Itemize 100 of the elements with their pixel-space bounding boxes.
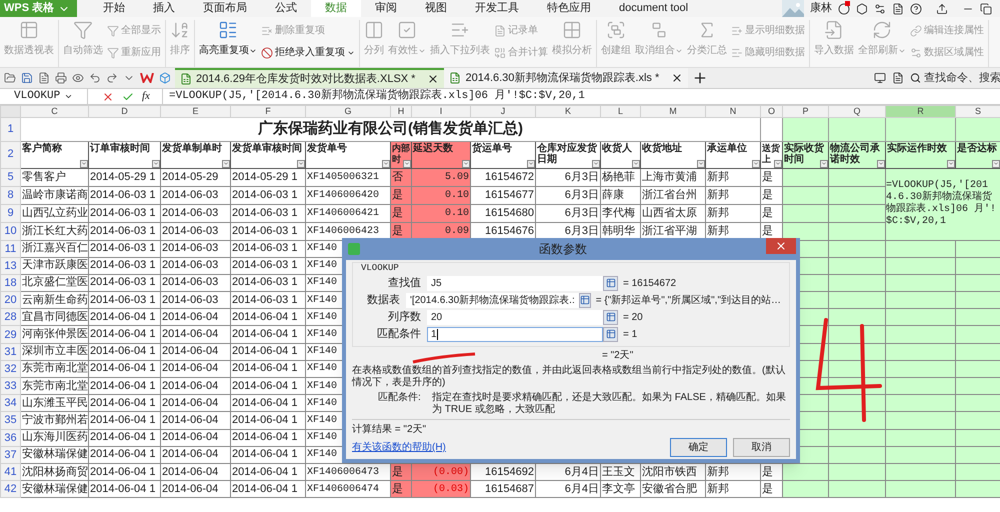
app-menu-button[interactable]: WPS 表格 bbox=[0, 0, 77, 17]
menu-tab[interactable]: 插入 bbox=[139, 0, 189, 17]
cancel-icon[interactable] bbox=[102, 90, 114, 102]
filter-dropdown[interactable] bbox=[877, 160, 885, 168]
row-number[interactable]: 18 bbox=[0, 274, 20, 292]
menu-tab[interactable]: 开发工具 bbox=[461, 0, 533, 17]
column-header[interactable]: I bbox=[412, 106, 470, 118]
column-header[interactable]: C bbox=[20, 106, 88, 118]
menu-tab[interactable]: 审阅 bbox=[361, 0, 411, 17]
range-picker-button[interactable] bbox=[603, 326, 618, 342]
row-number[interactable]: 41 bbox=[0, 463, 20, 481]
menu-tab[interactable]: 公式 bbox=[261, 0, 311, 17]
filter-dropdown[interactable] bbox=[527, 160, 535, 168]
filter-dropdown[interactable] bbox=[592, 160, 600, 168]
table-cell: 山西弘立药业 bbox=[20, 204, 88, 222]
row-number[interactable]: 13 bbox=[0, 257, 20, 274]
column-header[interactable]: J bbox=[470, 106, 536, 118]
confirm-icon[interactable] bbox=[122, 90, 134, 102]
range-picker-button[interactable] bbox=[603, 310, 618, 324]
row-number[interactable]: 8 bbox=[0, 186, 20, 204]
column-header[interactable]: N bbox=[706, 106, 760, 118]
menu-tab[interactable]: 数据 bbox=[311, 0, 361, 17]
filter-dropdown[interactable] bbox=[752, 160, 760, 168]
argument-field[interactable]: '[2014.6.30新邦物流保瑞货物跟踪表.: bbox=[406, 292, 579, 308]
table-cell: 2014-06-04 1 bbox=[230, 343, 306, 360]
function-button[interactable]: fx bbox=[142, 88, 162, 105]
file-tab[interactable]: 2014.6.29年仓库发货时效对比数据表.XLSX * bbox=[175, 68, 444, 88]
filter-dropdown[interactable] bbox=[774, 160, 782, 168]
row-number[interactable]: 42 bbox=[0, 480, 20, 498]
row-number[interactable]: 20 bbox=[0, 292, 20, 309]
table-cell: 浙江长红大药 bbox=[20, 222, 88, 240]
filter-dropdown[interactable] bbox=[992, 160, 1000, 168]
dialog-button[interactable]: 确定 bbox=[670, 438, 727, 457]
row-number[interactable]: 34 bbox=[0, 394, 20, 412]
ribbon-button[interactable]: 高亮重复项 bbox=[199, 20, 257, 67]
row-number[interactable]: 2 bbox=[0, 141, 20, 168]
table-cell: 2014-06-03 1 bbox=[88, 240, 160, 258]
argument-field[interactable]: 20 bbox=[427, 310, 603, 324]
table-cell: 2014-06-03 bbox=[160, 204, 230, 222]
user-icon bbox=[838, 2, 850, 14]
table-cell: 安徽林瑞保健 bbox=[20, 446, 88, 464]
ribbon-button[interactable]: 拒绝录入重复项 bbox=[261, 45, 355, 60]
range-picker-button[interactable] bbox=[578, 292, 591, 308]
row-number[interactable]: 31 bbox=[0, 343, 20, 360]
filter-dropdown[interactable] bbox=[947, 160, 955, 168]
row-number[interactable]: 35 bbox=[0, 412, 20, 430]
filter-dropdown[interactable] bbox=[222, 160, 230, 168]
menu-tab[interactable]: 开始 bbox=[89, 0, 139, 17]
argument-field[interactable]: J5 bbox=[427, 276, 603, 290]
column-header[interactable]: E bbox=[160, 106, 230, 118]
row-number[interactable]: 11 bbox=[0, 240, 20, 258]
row-number[interactable]: 9 bbox=[0, 204, 20, 222]
filter-dropdown[interactable] bbox=[152, 160, 160, 168]
row-number[interactable]: 5 bbox=[0, 168, 20, 186]
menu-tab[interactable]: 特色应用 bbox=[533, 0, 605, 17]
row-number[interactable]: 28 bbox=[0, 308, 20, 326]
filter-icon bbox=[73, 20, 93, 40]
column-header[interactable]: K bbox=[536, 106, 600, 118]
row-number[interactable]: 37 bbox=[0, 446, 20, 464]
column-header[interactable]: F bbox=[230, 106, 306, 118]
name-box[interactable]: VLOOKUP bbox=[0, 89, 88, 104]
filter-dropdown[interactable] bbox=[382, 160, 390, 168]
command-search-field[interactable]: 查找命令、搜索 bbox=[910, 70, 1000, 86]
filter-dropdown[interactable] bbox=[403, 160, 411, 168]
row-number[interactable]: 1 bbox=[0, 118, 20, 141]
table-cell: 2014-06-03 1 bbox=[230, 240, 306, 258]
menu-tab[interactable]: 页面布局 bbox=[189, 0, 261, 17]
filter-dropdown[interactable] bbox=[297, 160, 305, 168]
caret-icon bbox=[404, 160, 410, 167]
column-header[interactable]: G bbox=[306, 106, 390, 118]
filter-dropdown[interactable] bbox=[697, 160, 705, 168]
row-number[interactable]: 36 bbox=[0, 429, 20, 446]
column-header[interactable]: L bbox=[600, 106, 640, 118]
column-header[interactable]: R bbox=[886, 106, 956, 118]
filter-dropdown[interactable] bbox=[462, 160, 470, 168]
filter-dropdown[interactable] bbox=[80, 160, 88, 168]
caret-icon bbox=[633, 160, 639, 167]
menu-tab[interactable]: document tool bbox=[605, 0, 702, 17]
document-icon bbox=[494, 24, 506, 36]
table-cell: 2014-06-03 1 bbox=[88, 204, 160, 222]
table-icon bbox=[580, 295, 590, 305]
user-name[interactable]: 康林 bbox=[810, 0, 832, 17]
dialog-button[interactable]: 取消 bbox=[733, 438, 790, 457]
column-header[interactable]: H bbox=[390, 106, 412, 118]
column-header[interactable]: M bbox=[640, 106, 706, 118]
filter-dropdown[interactable] bbox=[632, 160, 640, 168]
column-header[interactable]: Q bbox=[828, 106, 886, 118]
column-header[interactable]: D bbox=[88, 106, 160, 118]
row-number[interactable]: 32 bbox=[0, 360, 20, 378]
row-number[interactable]: 29 bbox=[0, 326, 20, 344]
file-tab[interactable]: 2014.6.30新邦物流保瑞货物跟踪表.xls * bbox=[444, 68, 688, 88]
close-button[interactable] bbox=[766, 238, 796, 254]
range-picker-button[interactable] bbox=[603, 276, 618, 290]
row-number[interactable]: 33 bbox=[0, 378, 20, 395]
formula-field[interactable]: =VLOOKUP(J5,'[2014.6.30新邦物流保瑞货物跟踪表.xls]06 月'!$C:$V,20,1 bbox=[162, 89, 585, 104]
menu-tab[interactable]: 视图 bbox=[411, 0, 461, 17]
filter-dropdown[interactable] bbox=[820, 160, 828, 168]
table-cell: (0.03) bbox=[412, 480, 470, 498]
row-number[interactable]: 10 bbox=[0, 222, 20, 240]
argument-field[interactable]: 1 bbox=[427, 326, 603, 342]
